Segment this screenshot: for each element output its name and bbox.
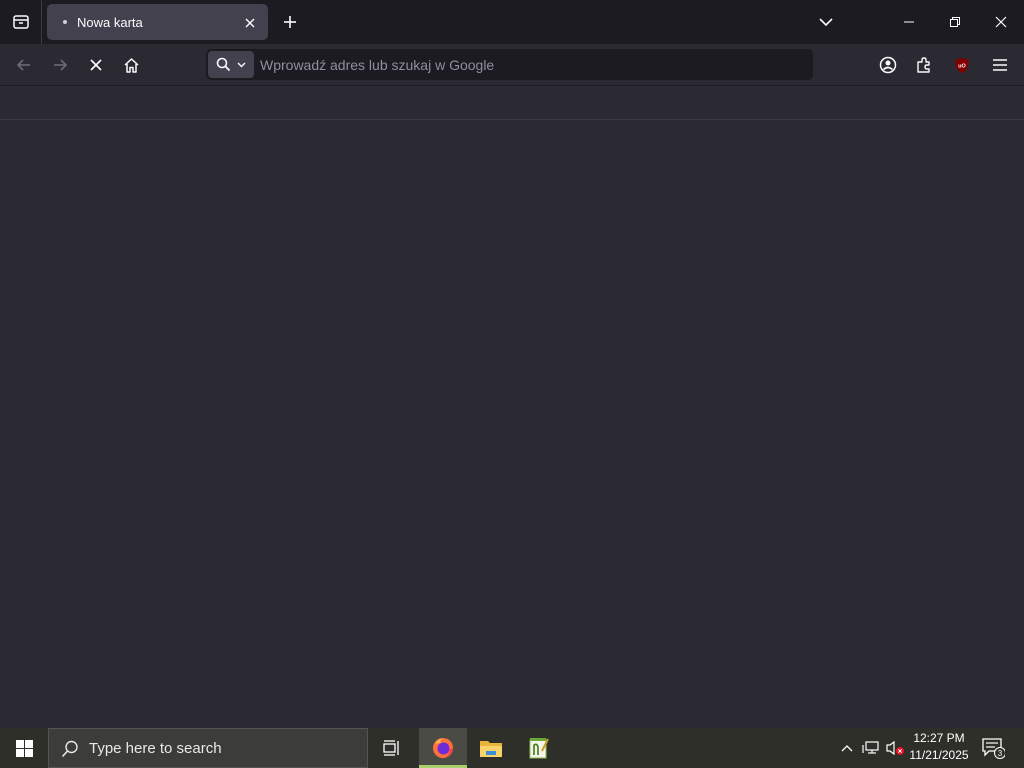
ublock-shield-icon: uO bbox=[955, 57, 969, 73]
windows-taskbar: Type here to search 12:27 PM 11/21/2025 … bbox=[0, 728, 1024, 768]
taskbar-search-placeholder: Type here to search bbox=[89, 740, 222, 757]
search-icon bbox=[216, 57, 231, 72]
new-tab-button[interactable] bbox=[278, 10, 302, 34]
arrow-left-icon bbox=[16, 59, 30, 71]
svg-text:uO: uO bbox=[958, 63, 966, 69]
clock-time: 12:27 PM bbox=[913, 731, 965, 745]
close-icon bbox=[995, 16, 1007, 28]
firefox-icon bbox=[433, 738, 453, 758]
chevron-up-icon bbox=[841, 745, 853, 752]
taskbar-search-box[interactable]: Type here to search bbox=[48, 728, 368, 768]
stop-icon bbox=[90, 59, 102, 71]
close-icon bbox=[245, 18, 255, 28]
arrow-right-icon bbox=[54, 59, 68, 71]
firefox-view-icon bbox=[12, 15, 29, 29]
notification-count-badge: 3 bbox=[998, 749, 1003, 758]
forward-button[interactable] bbox=[45, 50, 75, 80]
chevron-down-icon bbox=[819, 18, 833, 27]
search-engine-button[interactable] bbox=[208, 51, 254, 78]
action-center-button[interactable]: 3 bbox=[978, 728, 1008, 768]
folder-icon bbox=[480, 741, 502, 757]
windows-logo-icon bbox=[15, 739, 33, 757]
loading-favicon-icon bbox=[60, 17, 70, 27]
notepad-plus-plus-icon bbox=[529, 738, 549, 759]
url-input[interactable] bbox=[260, 52, 800, 77]
network-status-button[interactable] bbox=[860, 728, 882, 768]
task-view-icon bbox=[383, 740, 399, 756]
volume-button[interactable] bbox=[884, 728, 906, 768]
close-window-button[interactable] bbox=[978, 0, 1024, 44]
back-button[interactable] bbox=[9, 50, 39, 80]
address-bar[interactable] bbox=[206, 49, 813, 80]
navigation-toolbar: uO bbox=[0, 44, 1024, 85]
tab-close-button[interactable] bbox=[240, 13, 260, 33]
account-button[interactable] bbox=[873, 50, 903, 80]
account-icon bbox=[879, 56, 897, 74]
tab-strip: Nowa karta bbox=[0, 0, 1024, 44]
stop-loading-button[interactable] bbox=[81, 50, 111, 80]
taskbar-app-firefox[interactable] bbox=[419, 728, 467, 768]
notifications-icon: 3 bbox=[982, 738, 1005, 759]
task-view-button[interactable] bbox=[368, 728, 416, 768]
firefox-view-button[interactable] bbox=[0, 0, 42, 44]
menu-button[interactable] bbox=[985, 50, 1015, 80]
speaker-muted-icon bbox=[886, 740, 904, 756]
ublock-origin-button[interactable]: uO bbox=[947, 50, 977, 80]
search-icon bbox=[61, 740, 78, 758]
plus-icon bbox=[284, 16, 296, 28]
minimize-button[interactable] bbox=[886, 0, 932, 44]
network-icon bbox=[862, 741, 879, 754]
home-button[interactable] bbox=[116, 50, 146, 80]
clock-date: 11/21/2025 bbox=[909, 748, 969, 762]
restore-button[interactable] bbox=[932, 0, 978, 44]
tab-title: Nowa karta bbox=[77, 15, 143, 30]
taskbar-app-file-explorer[interactable] bbox=[467, 728, 515, 768]
system-clock[interactable]: 12:27 PM 11/21/2025 bbox=[906, 730, 972, 766]
taskbar-app-notepad-plus[interactable] bbox=[515, 728, 563, 768]
page-content-area[interactable] bbox=[0, 120, 1024, 728]
show-hidden-icons-button[interactable] bbox=[836, 728, 858, 768]
tab-new-tab[interactable]: Nowa karta bbox=[47, 4, 268, 40]
home-icon bbox=[123, 57, 139, 73]
hamburger-menu-icon bbox=[993, 59, 1007, 71]
minimize-icon bbox=[904, 21, 914, 23]
chevron-down-icon bbox=[237, 62, 246, 67]
list-all-tabs-button[interactable] bbox=[814, 10, 838, 34]
extensions-button[interactable] bbox=[909, 50, 939, 80]
puzzle-piece-icon bbox=[917, 57, 930, 73]
bookmarks-toolbar bbox=[0, 85, 1024, 120]
start-button[interactable] bbox=[0, 728, 48, 768]
restore-icon bbox=[950, 17, 960, 27]
